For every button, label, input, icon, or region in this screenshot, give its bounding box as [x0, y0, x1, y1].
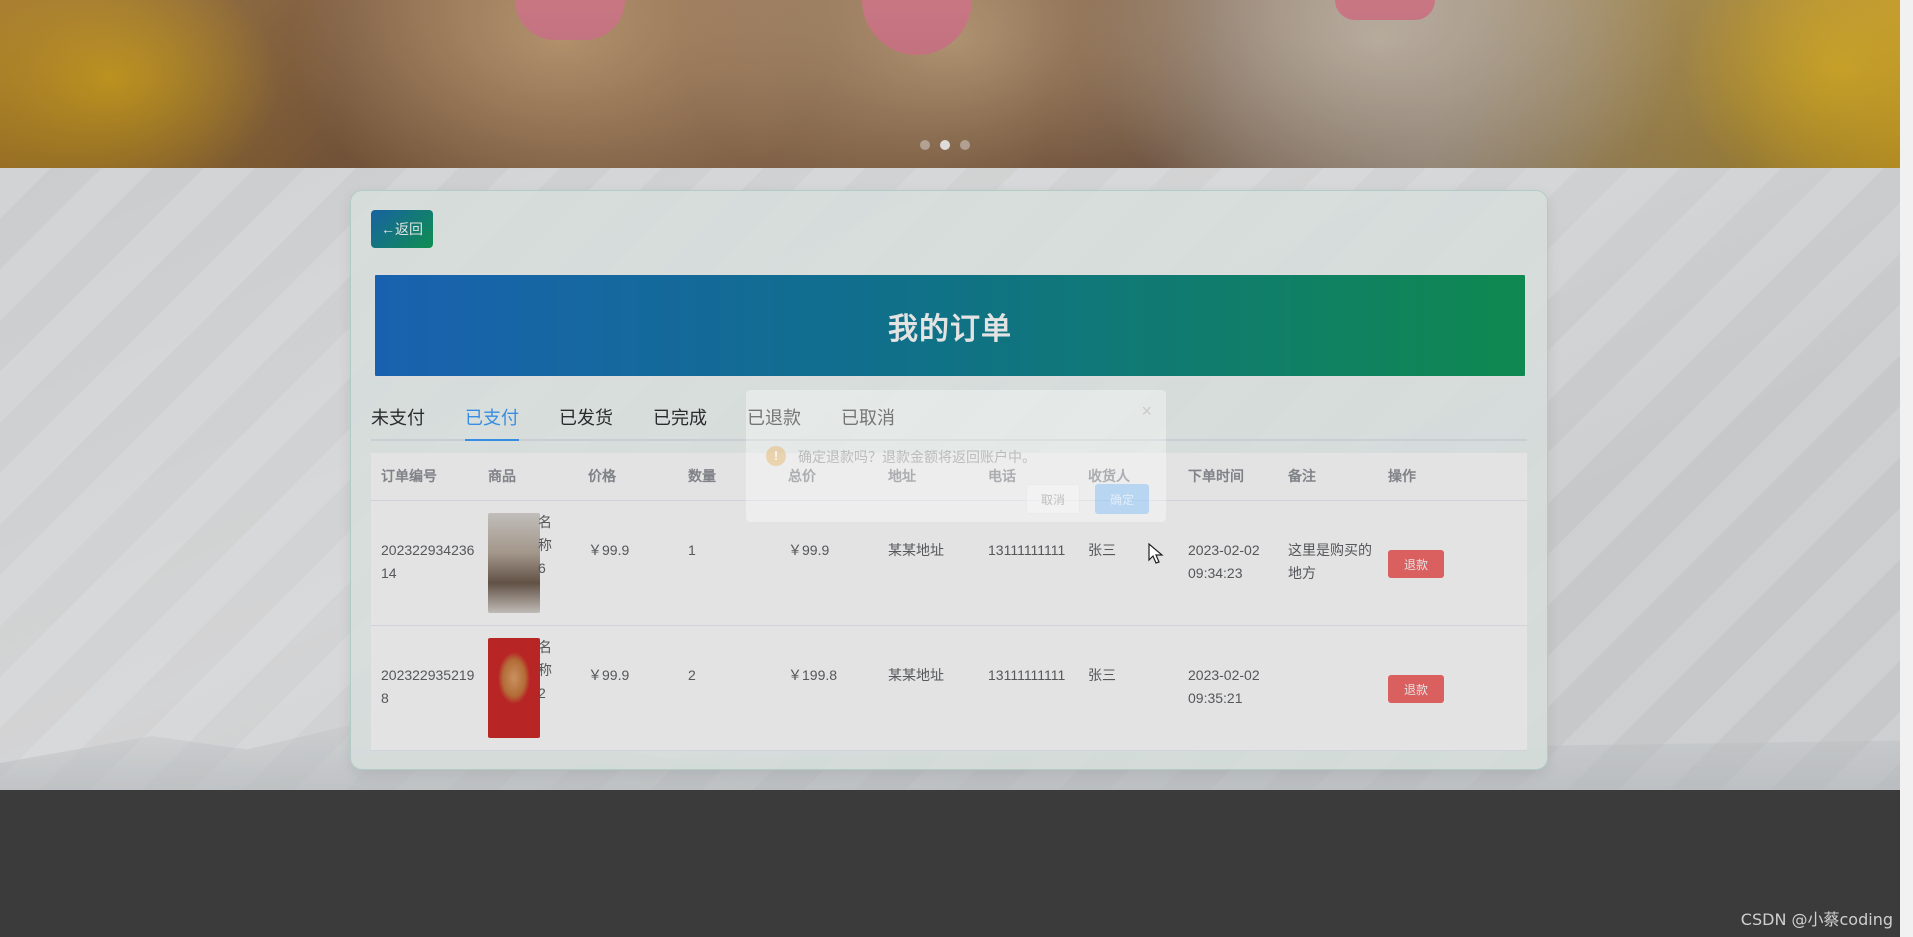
scrollbar-track[interactable] [1900, 0, 1913, 937]
warning-icon: ! [766, 446, 786, 466]
mouse-cursor-icon [1148, 543, 1164, 564]
page-footer [0, 790, 1900, 937]
refund-confirm-dialog: × ! 确定退款吗？退款金额将返回账户中。 取消 确定 [746, 390, 1166, 522]
dialog-cancel-button[interactable]: 取消 [1026, 484, 1080, 514]
watermark: CSDN @小蔡coding [1740, 910, 1893, 929]
dialog-message: 确定退款吗？退款金额将返回账户中。 [798, 449, 1036, 465]
close-icon[interactable]: × [1141, 401, 1152, 422]
dialog-confirm-button[interactable]: 确定 [1095, 484, 1149, 514]
